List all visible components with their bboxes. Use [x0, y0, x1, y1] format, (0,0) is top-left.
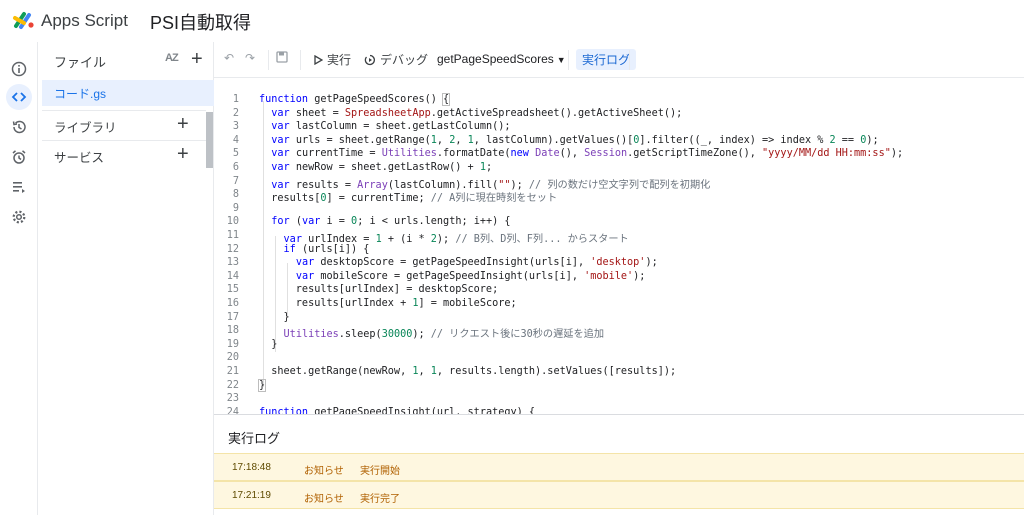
code-line: 2 var sheet = SpreadsheetApp.getActiveSp… [232, 107, 683, 119]
code-line: 11 var urlIndex = 1 + (i * 2); // B列、D列、… [226, 230, 629, 245]
log-level: お知らせ [304, 466, 344, 477]
add-library-plus-icon[interactable]: + [177, 114, 189, 134]
history-icon[interactable] [6, 114, 32, 140]
redo-button[interactable]: ↷ [245, 51, 255, 65]
log-title: 実行ログ [228, 431, 281, 446]
divider [300, 50, 301, 70]
editor-code-icon[interactable] [6, 84, 32, 110]
code-line: 19 } [226, 338, 278, 350]
file-name: コード.gs [54, 87, 107, 101]
code-line: 8 results[0] = currentTime; // A列に現在時刻をセ… [232, 189, 558, 205]
code-line: 4 var urls = sheet.getRange(1, 2, 1, las… [232, 134, 879, 146]
divider [268, 50, 269, 70]
code-line: 12 if (urls[i]) { [226, 243, 370, 255]
redo-icon: ↷ [245, 51, 256, 65]
log-row: 17:18:48 お知らせ 実行開始 [214, 453, 1024, 481]
code-line: 20 [226, 352, 239, 364]
section-label: ライブラリ [54, 121, 117, 135]
executions-list-icon[interactable] [6, 174, 32, 200]
log-time: 17:21:19 [232, 490, 271, 501]
code-line: 3 var lastColumn = sheet.getLastColumn()… [232, 121, 511, 133]
editor-toolbar: ↶ ↷ 実行 デバッグ getPageSpeedScores ▼ 実行ログ [214, 42, 1024, 78]
file-item-code-gs[interactable]: コード.gs [42, 80, 214, 106]
dropdown-caret-icon: ▼ [556, 55, 566, 65]
settings-gear-icon[interactable] [6, 204, 32, 230]
add-file-plus-icon[interactable]: + [191, 49, 203, 69]
code-line: 16 results[urlIndex + 1] = mobileScore; [226, 298, 517, 309]
section-services[interactable]: サービス + [42, 140, 206, 170]
code-line: 10 for (var i = 0; i < urls.length; i++)… [226, 216, 511, 228]
code-line: 7 var results = Array(lastColumn).fill("… [232, 175, 711, 191]
code-line: 5 var currentTime = Utilities.formatDate… [232, 148, 904, 160]
code-editor[interactable]: 1 function getPageSpeedScores() { 2 var s… [214, 78, 1024, 414]
files-scrollbar[interactable] [206, 112, 213, 168]
code-line: 21 sheet.getRange(newRow, 1, 1, results.… [226, 366, 677, 377]
overview-info-icon[interactable] [6, 56, 32, 82]
code-line: 6 var newRow = sheet.getLastRow() + 1; [232, 162, 493, 173]
log-level: お知らせ [304, 494, 344, 505]
divider [568, 50, 569, 70]
execution-log-panel: 実行ログ 17:18:48 お知らせ 実行開始 17:21:19 お知らせ 実行… [214, 414, 1024, 515]
undo-button[interactable]: ↶ [224, 51, 234, 65]
play-icon [314, 54, 323, 65]
project-title[interactable]: PSI自動取得 [150, 9, 251, 35]
save-icon [276, 51, 288, 63]
files-panel: ファイル AZ + コード.gs ライブラリ + サービス + [42, 42, 214, 515]
code-line: 18 Utilities.sleep(30000); // リクエスト後に30秒… [226, 325, 605, 341]
apps-script-logo-icon[interactable] [12, 8, 36, 32]
code-line: 13 var desktopScore = getPageSpeedInsigh… [226, 257, 658, 269]
log-message: 実行開始 [360, 466, 400, 477]
app-name[interactable]: Apps Script [41, 11, 128, 31]
execution-log-button[interactable]: 実行ログ [576, 49, 637, 70]
app-header: Apps Script PSI自動取得 [0, 0, 1024, 42]
log-row: 17:21:19 お知らせ 実行完了 [214, 481, 1024, 509]
section-label: サービス [54, 151, 105, 165]
save-button[interactable] [276, 51, 288, 63]
run-button[interactable]: 実行 [314, 51, 351, 68]
files-title: ファイル [54, 55, 107, 70]
undo-icon: ↶ [224, 51, 235, 65]
section-libraries[interactable]: ライブラリ + [42, 110, 206, 140]
function-select[interactable]: getPageSpeedScores ▼ [437, 52, 566, 66]
code-line: 9 [232, 202, 239, 214]
function-name: getPageSpeedScores [437, 52, 554, 66]
code-line: 17 } [226, 311, 290, 323]
code-line: 1 function getPageSpeedScores() { [232, 93, 451, 106]
sort-az-icon[interactable]: AZ [165, 52, 179, 64]
code-line: 15 results[urlIndex] = desktopScore; [226, 284, 499, 296]
add-service-plus-icon[interactable]: + [177, 144, 189, 164]
log-time: 17:18:48 [232, 462, 271, 473]
run-label: 実行 [327, 53, 352, 67]
divider [629, 50, 630, 70]
code-line: 14 var mobileScore = getPageSpeedInsight… [226, 270, 646, 282]
log-message: 実行完了 [360, 494, 400, 505]
debug-button[interactable]: デバッグ [364, 51, 428, 68]
nav-rail [0, 42, 38, 515]
debug-icon [364, 54, 375, 65]
code-line: 24 function getPageSpeedInsight(url, stra… [226, 406, 536, 414]
files-header: ファイル AZ + [42, 42, 214, 76]
code-line: 22} [226, 378, 267, 392]
code-line: 23 [226, 393, 239, 405]
triggers-alarm-icon[interactable] [6, 144, 32, 170]
debug-label: デバッグ [380, 53, 429, 67]
